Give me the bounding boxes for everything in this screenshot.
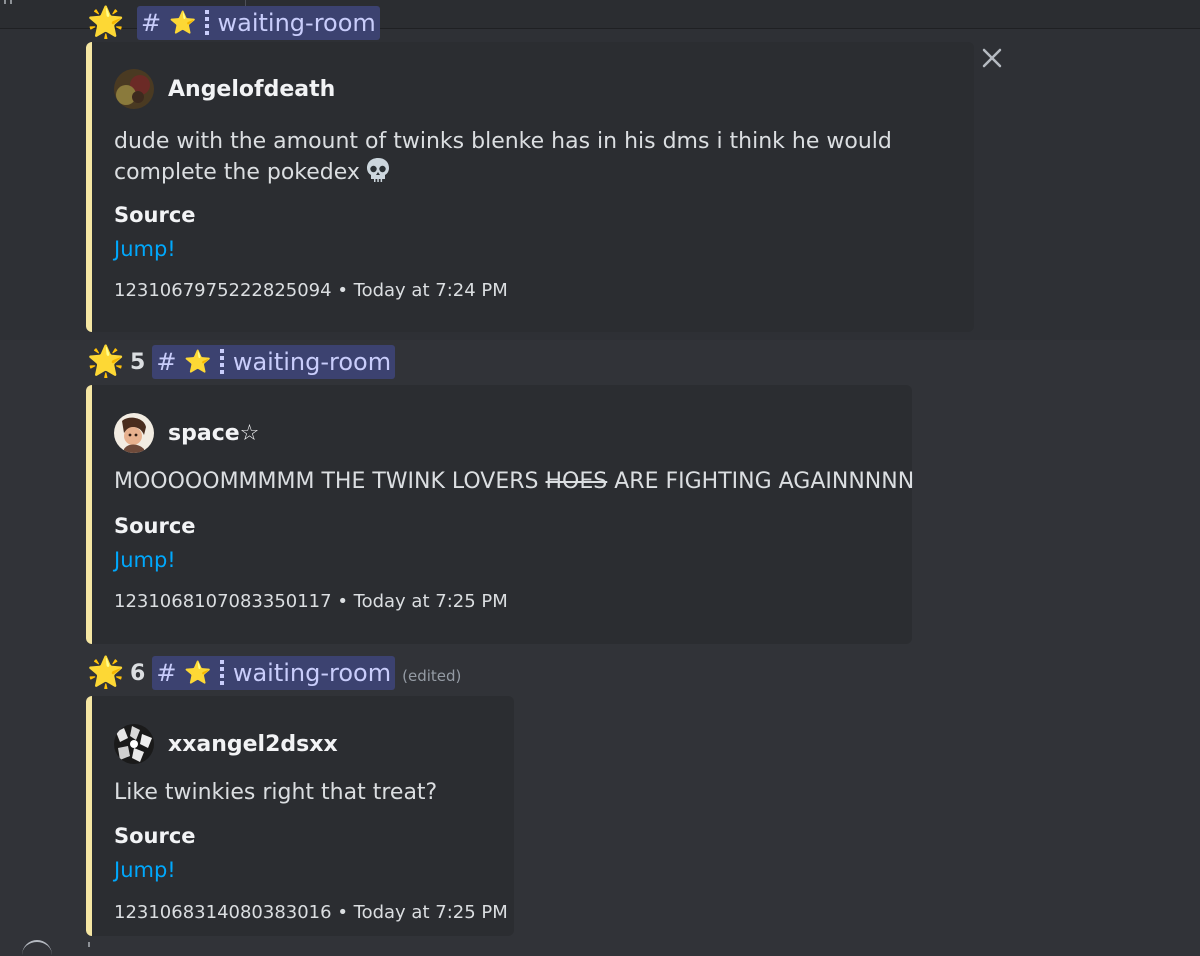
bottom-tick bbox=[88, 942, 90, 947]
channel-mention[interactable]: # ⭐ waiting-room bbox=[152, 345, 396, 379]
glowing-star-icon: 🌟 bbox=[87, 5, 125, 40]
channel-hash: # bbox=[156, 348, 177, 376]
message-text: ARE FIGHTING AGAINNNNN bbox=[607, 469, 915, 494]
embed-card: Angelofdeath dude with the amount of twi… bbox=[86, 42, 974, 332]
star-icon: ⭐ bbox=[169, 10, 197, 36]
close-icon[interactable] bbox=[978, 44, 1006, 72]
jump-link[interactable]: Jump! bbox=[114, 858, 176, 882]
author-name[interactable]: space☆ bbox=[168, 421, 259, 446]
strikethrough-text: HOES bbox=[545, 469, 608, 494]
top-bar-tick bbox=[4, 0, 6, 4]
message-text: dude with the amount of twinks blenke ha… bbox=[114, 129, 892, 185]
star-count: 6 bbox=[130, 660, 146, 686]
embed-description: Like twinkies right that treat? bbox=[114, 777, 494, 808]
embed-description: dude with the amount of twinks blenke ha… bbox=[114, 126, 944, 188]
embed-card: xxangel2dsxx Like twinkies right that tr… bbox=[86, 696, 514, 936]
message-text: Like twinkies right that treat? bbox=[114, 780, 438, 805]
skull-icon bbox=[366, 158, 389, 182]
embed-author[interactable]: xxangel2dsxx bbox=[114, 724, 338, 764]
channel-name: waiting-room bbox=[232, 659, 392, 687]
starboard-header: 🌟 6 # ⭐ waiting-room (edited) bbox=[86, 655, 462, 690]
top-bar-tick bbox=[10, 0, 12, 4]
channel-name: waiting-room bbox=[217, 9, 376, 37]
channel-hash: # bbox=[141, 9, 162, 37]
channel-divider bbox=[204, 10, 209, 36]
embed-card: space☆ MOOOOOMMMMM THE TWINK LOVERS HOES… bbox=[86, 385, 914, 644]
avatar[interactable] bbox=[114, 69, 154, 109]
channel-name: waiting-room bbox=[232, 348, 392, 376]
channel-divider bbox=[219, 660, 224, 686]
embed-description: MOOOOOMMMMM THE TWINK LOVERS HOES ARE FI… bbox=[114, 466, 914, 497]
field-name: Source bbox=[114, 514, 196, 538]
embed-footer: 1231068314080383016 • Today at 7:25 PM bbox=[114, 902, 508, 923]
avatar[interactable] bbox=[114, 724, 154, 764]
jump-link[interactable]: Jump! bbox=[114, 237, 176, 261]
edited-label: (edited) bbox=[402, 667, 462, 685]
star-icon: ⭐ bbox=[184, 660, 212, 686]
starboard-header: 🌟 # ⭐ waiting-room bbox=[86, 5, 380, 40]
channel-mention[interactable]: # ⭐ waiting-room bbox=[152, 656, 396, 690]
embed-author[interactable]: space☆ bbox=[114, 413, 259, 453]
glowing-star-icon: 🌟 bbox=[87, 655, 125, 690]
embed-author[interactable]: Angelofdeath bbox=[114, 69, 335, 109]
channel-hash: # bbox=[156, 659, 177, 687]
starboard-header: 🌟 5 # ⭐ waiting-room bbox=[86, 344, 396, 379]
jump-link[interactable]: Jump! bbox=[114, 548, 176, 572]
avatar[interactable] bbox=[114, 413, 154, 453]
star-count: 5 bbox=[130, 349, 146, 375]
embed-footer: 1231068107083350117 • Today at 7:25 PM bbox=[114, 591, 508, 612]
author-name[interactable]: xxangel2dsxx bbox=[168, 732, 338, 757]
field-name: Source bbox=[114, 203, 196, 227]
message-text: MOOOOOMMMMM THE TWINK LOVERS bbox=[114, 469, 546, 494]
glowing-star-icon: 🌟 bbox=[87, 344, 125, 379]
partial-avatar-icon bbox=[22, 940, 52, 956]
embed-footer: 1231067975222825094 • Today at 7:24 PM bbox=[114, 280, 508, 301]
star-icon: ⭐ bbox=[184, 349, 212, 375]
author-name[interactable]: Angelofdeath bbox=[168, 77, 335, 102]
field-name: Source bbox=[114, 824, 196, 848]
channel-mention[interactable]: # ⭐ waiting-room bbox=[137, 6, 380, 40]
channel-divider bbox=[219, 349, 224, 375]
